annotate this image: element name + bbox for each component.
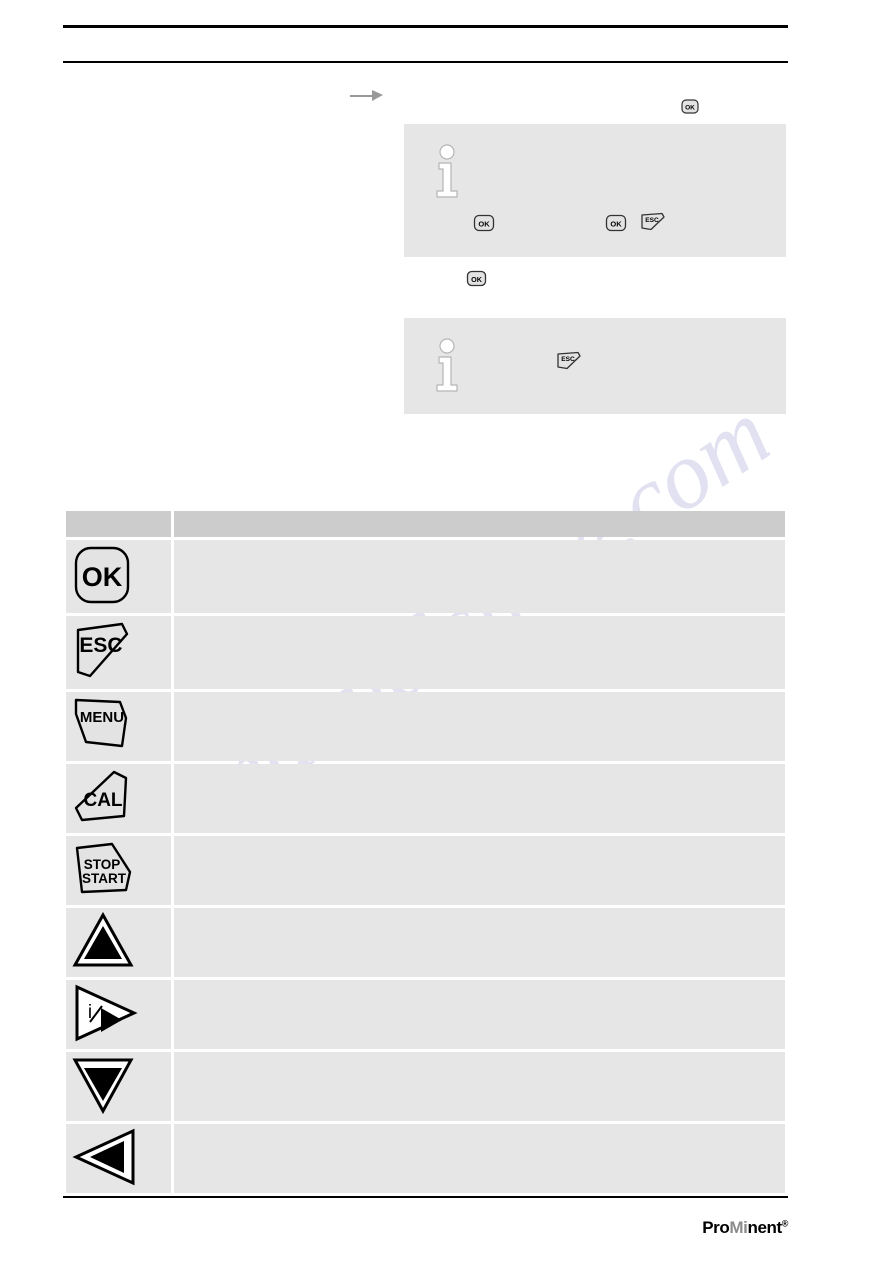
svg-text:ESC: ESC (561, 356, 575, 363)
key-description-right-info (174, 980, 785, 1049)
header-rule-bottom (63, 61, 788, 63)
key-description-up (174, 908, 785, 977)
table-row: ESC (66, 616, 785, 689)
header-rule-top (63, 25, 788, 28)
key-cell-down (66, 1052, 171, 1121)
info-note-box-2: ESC (404, 318, 786, 414)
svg-text:START: START (82, 871, 127, 886)
esc-key-icon: ESC (641, 212, 665, 231)
table-row: OK (66, 540, 785, 613)
key-description-esc (174, 616, 785, 689)
key-cell-up (66, 908, 171, 977)
svg-text:OK: OK (82, 562, 123, 592)
prominent-logo: ProMinent® (702, 1218, 788, 1238)
arrow-down-key-icon (72, 1058, 134, 1115)
esc-key-icon: ESC (557, 351, 581, 370)
ok-key-icon: OK (466, 270, 487, 287)
key-description-menu (174, 692, 785, 761)
key-description-cal (174, 764, 785, 833)
step-arrow-icon (350, 90, 383, 101)
svg-text:STOP: STOP (84, 857, 121, 872)
svg-text:OK: OK (610, 219, 622, 228)
logo-part-pro: Pro (702, 1218, 730, 1237)
key-cell-left (66, 1124, 171, 1193)
column-header-key (66, 511, 171, 537)
key-cell-esc: ESC (66, 616, 171, 689)
key-legend-table: OK ESC MENU CAL STOP START i (63, 508, 788, 1196)
key-description-down (174, 1052, 785, 1121)
ok-key-icon: OK (74, 546, 130, 604)
esc-key-icon: ESC (76, 622, 129, 678)
key-cell-ok: OK (66, 540, 171, 613)
table-row (66, 1052, 785, 1121)
table-row: STOP START (66, 836, 785, 905)
logo-part-nent: nent (747, 1218, 782, 1237)
column-header-desc (174, 511, 785, 537)
svg-text:ESC: ESC (645, 217, 659, 224)
svg-text:MENU: MENU (80, 709, 124, 726)
key-description-stop-start (174, 836, 785, 905)
stop-start-key-icon: STOP START (75, 842, 132, 894)
arrow-right-info-key-icon: i (75, 984, 138, 1042)
table-row (66, 908, 785, 977)
key-description-ok (174, 540, 785, 613)
svg-text:CAL: CAL (83, 790, 122, 811)
table-row: MENU (66, 692, 785, 761)
menu-key-icon: MENU (74, 698, 128, 748)
logo-registered-mark: ® (781, 1218, 789, 1229)
arrow-left-key-icon (72, 1128, 135, 1186)
svg-text:OK: OK (478, 219, 490, 228)
ok-key-icon: OK (681, 99, 699, 114)
key-cell-right-info: i (66, 980, 171, 1049)
footer-rule (63, 1196, 788, 1198)
info-icon (436, 144, 458, 198)
table-row: i (66, 980, 785, 1049)
document-page: OK OK OK ESC OK ESC OK ESC MENU CAL STOP… (0, 0, 893, 1263)
arrow-up-key-icon (72, 911, 134, 967)
key-cell-stop-start: STOP START (66, 836, 171, 905)
key-cell-cal: CAL (66, 764, 171, 833)
ok-key-icon: OK (605, 214, 627, 232)
info-icon (436, 338, 458, 392)
table-header-row (66, 511, 785, 537)
ok-key-icon: OK (473, 214, 495, 232)
cal-key-icon: CAL (74, 770, 128, 822)
svg-text:ESC: ESC (79, 634, 122, 657)
key-cell-menu: MENU (66, 692, 171, 761)
key-description-left (174, 1124, 785, 1193)
svg-text:OK: OK (685, 105, 695, 112)
logo-part-mi: Mi (729, 1218, 748, 1237)
info-note-box-1: OK OK ESC (404, 124, 786, 257)
table-row: CAL (66, 764, 785, 833)
table-row (66, 1124, 785, 1193)
svg-text:OK: OK (471, 275, 483, 284)
